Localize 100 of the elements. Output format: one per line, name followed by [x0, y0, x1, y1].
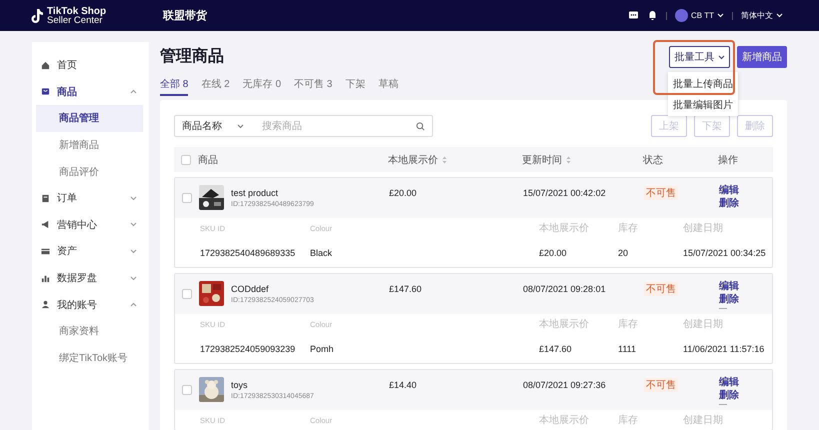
sku-cell-text: 1729382540489689335 [200, 248, 296, 258]
sku-cell-text: 11/06/2021 11:57:16 [683, 344, 766, 354]
new-product-button[interactable]: 新增商品 [737, 46, 787, 68]
sku-cell-text: Pomh [310, 344, 335, 354]
column-header: 更新时间 [522, 154, 562, 166]
chevron-down-icon [130, 276, 137, 281]
sidebar-item[interactable]: 我的账号 [32, 291, 149, 318]
sku-cell-text: £20.00 [539, 248, 568, 258]
action-link[interactable]: 编辑 [719, 377, 739, 389]
sku-cell-text: 20 [618, 248, 630, 258]
sort-icon [566, 156, 571, 164]
price: £20.00 [389, 187, 418, 198]
column-header: 本地展示价 [388, 154, 438, 166]
chevron-down-icon [237, 124, 244, 128]
sidebar-item[interactable]: 订单 [32, 184, 149, 212]
chevron-down-icon [717, 13, 724, 18]
chevron-down-icon [130, 248, 137, 254]
product-name: toys [231, 380, 249, 390]
sidebar-subitem[interactable]: 绑定TikTok账号 [36, 344, 143, 372]
sku-cell-text: £147.60 [539, 344, 573, 354]
column-header: 商品 [198, 154, 218, 166]
chevron-down-icon [130, 196, 137, 201]
status-tag: 不可售 [644, 186, 678, 200]
sidebar-item[interactable]: 首页 [32, 52, 149, 79]
card-icon [41, 246, 50, 256]
sidebar-item[interactable]: 营销中心 [32, 212, 149, 238]
user-name: CB TT [691, 11, 714, 20]
status-tag: 不可售 [644, 282, 678, 296]
tab[interactable]: 下架 [345, 77, 366, 96]
sidebar-subitem[interactable]: 新增商品 [36, 132, 143, 158]
field-select[interactable]: 商品名称 [182, 119, 260, 133]
sku-column-header: 创建日期 [683, 414, 724, 427]
status-tag: 不可售 [644, 378, 678, 392]
sidebar-item[interactable]: 商品 [32, 78, 149, 106]
sku-column-header: 创建日期 [683, 222, 724, 235]
menu-item[interactable]: 批量编辑图片 [668, 94, 738, 115]
chevron-down-icon [130, 222, 137, 228]
sku-cell-text: 15/07/2021 00:34:25 [683, 248, 767, 258]
price: £147.60 [389, 283, 423, 294]
sidebar-subitem[interactable]: 商品评价 [36, 158, 143, 185]
bell-icon [647, 10, 658, 21]
megaphone-icon [41, 220, 50, 230]
tiktok-logo-icon [30, 8, 44, 24]
menu-item[interactable]: 批量上传商品 [668, 73, 738, 94]
sku-column-header: 库存 [618, 318, 639, 331]
update-time: 08/07/2021 09:28:01 [523, 283, 607, 294]
sidebar-item[interactable]: 数据罗盘 [32, 264, 149, 292]
checkbox[interactable] [182, 288, 192, 298]
chevron-down-icon [718, 54, 724, 60]
person-icon [41, 300, 50, 310]
sku-column-header: 本地展示价 [539, 222, 590, 235]
page-title: 管理商品 [160, 46, 224, 67]
sku-column-header: 本地展示价 [539, 414, 590, 427]
action-link[interactable]: 编辑 [719, 185, 739, 197]
bar-chart-icon [41, 274, 50, 283]
bag-icon [41, 87, 50, 96]
sidebar-subitem[interactable]: 商品管理 [36, 105, 143, 132]
action-link[interactable]: 删除 [719, 198, 739, 210]
document-icon [41, 194, 50, 203]
column-header: 状态 [643, 154, 663, 166]
avatar [675, 9, 688, 22]
language-menu[interactable]: 简体中文 [741, 10, 783, 21]
tab[interactable]: 草稿 [378, 77, 398, 96]
chevron-down-icon [776, 13, 783, 18]
checkbox[interactable] [181, 154, 191, 164]
price: £14.40 [389, 379, 418, 390]
update-time: 08/07/2021 09:27:36 [523, 379, 607, 390]
action-link[interactable]: 删除 [719, 390, 739, 402]
tab[interactable]: 全部 8 [160, 77, 188, 96]
action-link[interactable]: 删除 [719, 294, 739, 306]
action-link[interactable]: 编辑 [719, 281, 739, 293]
logo-subtitle: Seller Center [47, 16, 102, 24]
chevron-up-icon [130, 302, 137, 308]
sku-cell-text: Black [310, 248, 334, 258]
home-icon [41, 60, 50, 70]
tab[interactable]: 无库存 0 [242, 77, 282, 96]
checkbox[interactable] [182, 384, 192, 394]
sidebar-item[interactable]: 资产 [32, 238, 149, 265]
nav-link[interactable]: 联盟带货 [163, 8, 207, 23]
checkbox[interactable] [182, 192, 192, 202]
column-header: 操作 [718, 154, 738, 166]
sku-column-header: 本地展示价 [539, 318, 590, 331]
sidebar-subitem[interactable]: 商家资料 [36, 318, 143, 345]
chevron-up-icon [130, 89, 137, 94]
batch-tools-button[interactable]: 批量工具 [669, 46, 730, 68]
user-menu[interactable]: CB TT [675, 9, 724, 22]
sku-cell-text: 1111 [618, 344, 638, 354]
sort-icon [442, 156, 447, 164]
sku-column-header: 创建日期 [683, 318, 724, 331]
message-icon [628, 10, 640, 21]
product-name: CODddef [231, 284, 270, 294]
search-icon [416, 122, 425, 130]
update-time: 15/07/2021 00:42:02 [523, 187, 607, 198]
sku-cell-text: 1729382524059093239 [200, 344, 296, 354]
logo-title: TikTok Shop [47, 6, 106, 16]
language-label: 简体中文 [741, 10, 773, 21]
sku-column-header: 库存 [618, 414, 639, 427]
tab[interactable]: 在线 2 [201, 77, 230, 96]
tab[interactable]: 不可售 3 [294, 77, 332, 96]
search-field[interactable]: 商品名称 搜索商品 [174, 115, 433, 137]
